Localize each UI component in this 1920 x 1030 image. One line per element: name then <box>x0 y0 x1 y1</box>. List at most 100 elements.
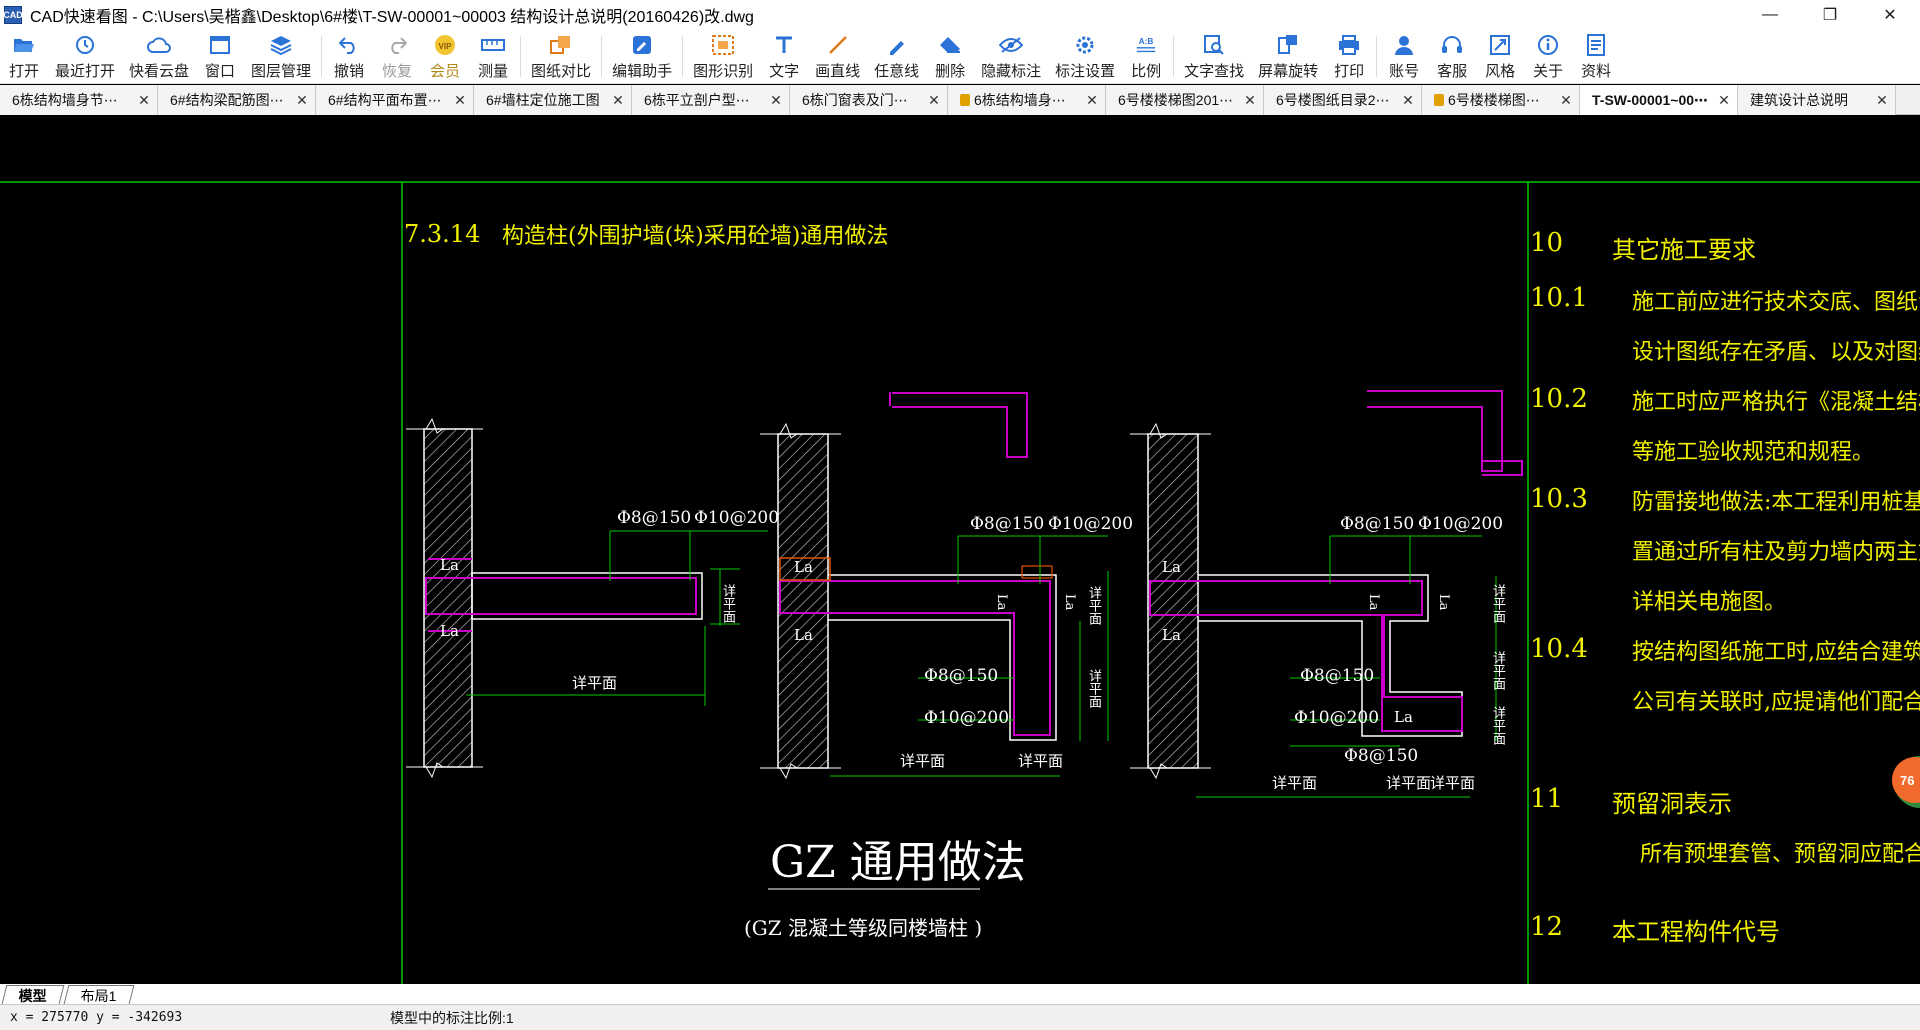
annotation-settings-icon <box>1073 33 1097 57</box>
shape-recognize-button[interactable]: 图形识别 <box>686 30 760 83</box>
note-number: 10 <box>1530 228 1564 258</box>
recent-open-button[interactable]: 最近打开 <box>48 30 122 83</box>
note-number: 10.3 <box>1530 484 1588 514</box>
hide-annotations-button[interactable]: 隐藏标注 <box>974 30 1048 83</box>
vip-button[interactable]: VIP 会员 <box>421 30 469 83</box>
scale-button[interactable]: A:B 比例 <box>1122 30 1170 83</box>
annotation-scale-text: 模型中的标注比例:1 <box>390 1009 514 1026</box>
document-tab[interactable]: 6号楼楼梯图⋯ ✕ <box>1422 85 1580 115</box>
close-tab-icon[interactable]: ✕ <box>137 92 151 109</box>
note-text: 其它施工要求 <box>1612 236 1756 264</box>
undo-icon <box>337 33 361 57</box>
edit-assistant-button[interactable]: 编辑助手 <box>605 30 679 83</box>
document-tab[interactable]: 6号楼楼梯图201⋯ ✕ <box>1106 85 1264 115</box>
app-window: CAD CAD快速看图 - C:\Users\吴楷鑫\Desktop\6#楼\T… <box>0 0 1920 1030</box>
layout-tab-model[interactable]: 模型 <box>1 985 65 1004</box>
freehand-line-button[interactable]: 任意线 <box>867 30 926 83</box>
close-tab-icon[interactable]: ✕ <box>1401 92 1415 109</box>
measure-button[interactable]: 测量 <box>469 30 517 83</box>
note-text: 施工时应严格执行《混凝土结构工程施工质 <box>1632 390 1920 415</box>
info-icon <box>1536 33 1560 57</box>
delete-button[interactable]: 删除 <box>926 30 974 83</box>
clock-icon <box>73 33 97 57</box>
app-logo-icon: CAD <box>3 6 23 24</box>
document-tab[interactable]: 6#结构平面布置⋯ ✕ <box>316 85 474 115</box>
note-text: 公司有关联时,应提请他们配合施工。 <box>1632 690 1920 715</box>
about-button[interactable]: 关于 <box>1524 30 1572 83</box>
close-tab-icon[interactable]: ✕ <box>1559 92 1573 109</box>
print-button[interactable]: 打印 <box>1325 30 1373 83</box>
main-toolbar: 打开 最近打开 快看云盘 窗口 图层管理 撤销 恢复 VIP 会员 测量 图纸对… <box>0 30 1920 84</box>
la-label: La <box>1162 626 1181 644</box>
edit-assistant-icon <box>630 33 654 57</box>
compare-drawings-button[interactable]: 图纸对比 <box>524 30 598 83</box>
close-tab-icon[interactable]: ✕ <box>611 92 625 109</box>
cursor-coordinates: x = 275770 y = -342693 <box>10 1010 183 1025</box>
customer-service-button[interactable]: 客服 <box>1428 30 1476 83</box>
note-text: 设计图纸存在矛盾、以及对图纸产生任何疑 <box>1632 340 1920 365</box>
note-text: 所有预埋套管、预留洞应配合各专业图纸施 <box>1640 842 1920 867</box>
close-tab-icon[interactable]: ✕ <box>1085 92 1099 109</box>
lock-icon <box>960 94 970 106</box>
window-icon <box>208 33 232 57</box>
cloud-drive-button[interactable]: 快看云盘 <box>122 30 196 83</box>
shape-recognize-icon <box>711 33 735 57</box>
close-tab-icon[interactable]: ✕ <box>1875 92 1889 109</box>
document-tab[interactable]: 6#结构梁配筋图⋯ ✕ <box>158 85 316 115</box>
style-button[interactable]: 风格 <box>1476 30 1524 83</box>
note-number: 11 <box>1530 784 1564 814</box>
eye-icon <box>999 33 1024 57</box>
rebar-label: Φ8@150 <box>617 508 692 528</box>
layer-manager-button[interactable]: 图层管理 <box>244 30 318 83</box>
rebar-label: Φ10@200 <box>1048 514 1134 534</box>
title-bar: CAD CAD快速看图 - C:\Users\吴楷鑫\Desktop\6#楼\T… <box>0 0 1920 30</box>
toolbar-separator <box>682 36 684 77</box>
close-tab-icon[interactable]: ✕ <box>453 92 467 109</box>
document-tab[interactable]: 建筑设计总说明 ✕ <box>1738 85 1896 115</box>
note-number: 10.1 <box>1530 283 1588 313</box>
rotate-screen-button[interactable]: 屏幕旋转 <box>1251 30 1325 83</box>
see-plan-label: 详平面 <box>1490 706 1505 745</box>
window-button[interactable]: 窗口 <box>196 30 244 83</box>
line-icon <box>826 33 850 57</box>
minimize-button[interactable]: — <box>1740 0 1800 30</box>
la-label: La <box>994 594 1009 611</box>
close-tab-icon[interactable]: ✕ <box>1243 92 1257 109</box>
text-tool-button[interactable]: 文字 <box>760 30 808 83</box>
close-tab-icon[interactable]: ✕ <box>1717 92 1731 109</box>
rebar-label: Φ10@200 <box>1294 708 1380 728</box>
drawing-canvas[interactable]: 7.3.14 构造柱(外围护墙(垛)采用砼墙)通用做法 Φ8@150 Φ10@2… <box>0 116 1920 984</box>
document-tab[interactable]: 6#墙柱定位施工图 ✕ <box>474 85 632 115</box>
text-search-button[interactable]: 文字查找 <box>1177 30 1251 83</box>
close-tab-icon[interactable]: ✕ <box>769 92 783 109</box>
close-tab-icon[interactable]: ✕ <box>295 92 309 109</box>
detail-subtitle: (GZ 混凝土等级同楼墙柱 ) <box>744 916 983 940</box>
see-plan-label: 详平面 <box>720 584 735 623</box>
note-text: 按结构图纸施工时,应结合建筑、设备等各专 <box>1632 640 1920 665</box>
close-button[interactable]: ✕ <box>1860 0 1920 30</box>
see-plan-label: 详平面 <box>1490 651 1505 690</box>
document-tab[interactable]: 6号楼图纸目录2⋯ ✕ <box>1264 85 1422 115</box>
see-plan-label: 详平面 <box>572 674 618 692</box>
toolbar-separator <box>321 36 323 77</box>
gz-detail-3 <box>1130 390 1523 798</box>
draw-line-button[interactable]: 画直线 <box>808 30 867 83</box>
maximize-button[interactable]: ❐ <box>1800 0 1860 30</box>
la-label: La <box>440 556 459 574</box>
document-tab[interactable]: 6栋结构墙身节⋯ ✕ <box>0 85 158 115</box>
layout-tab-layout1[interactable]: 布局1 <box>63 985 135 1004</box>
document-tab[interactable]: 6栋结构墙身⋯ ✕ <box>948 85 1106 115</box>
document-tab[interactable]: 6栋平立剖户型⋯ ✕ <box>632 85 790 115</box>
annotation-settings-button[interactable]: 标注设置 <box>1048 30 1122 83</box>
document-tab[interactable]: 6栋门窗表及门⋯ ✕ <box>790 85 948 115</box>
printer-icon <box>1337 33 1361 57</box>
redo-button[interactable]: 恢复 <box>373 30 421 83</box>
account-button[interactable]: 账号 <box>1380 30 1428 83</box>
see-plan-label: 详平面 <box>1490 584 1505 623</box>
document-icon <box>1584 33 1608 57</box>
close-tab-icon[interactable]: ✕ <box>927 92 941 109</box>
document-tab-active[interactable]: T-SW-00001~00⋯ ✕ <box>1580 85 1738 115</box>
undo-button[interactable]: 撤销 <box>325 30 373 83</box>
materials-button[interactable]: 资料 <box>1572 30 1620 83</box>
open-button[interactable]: 打开 <box>0 30 48 83</box>
